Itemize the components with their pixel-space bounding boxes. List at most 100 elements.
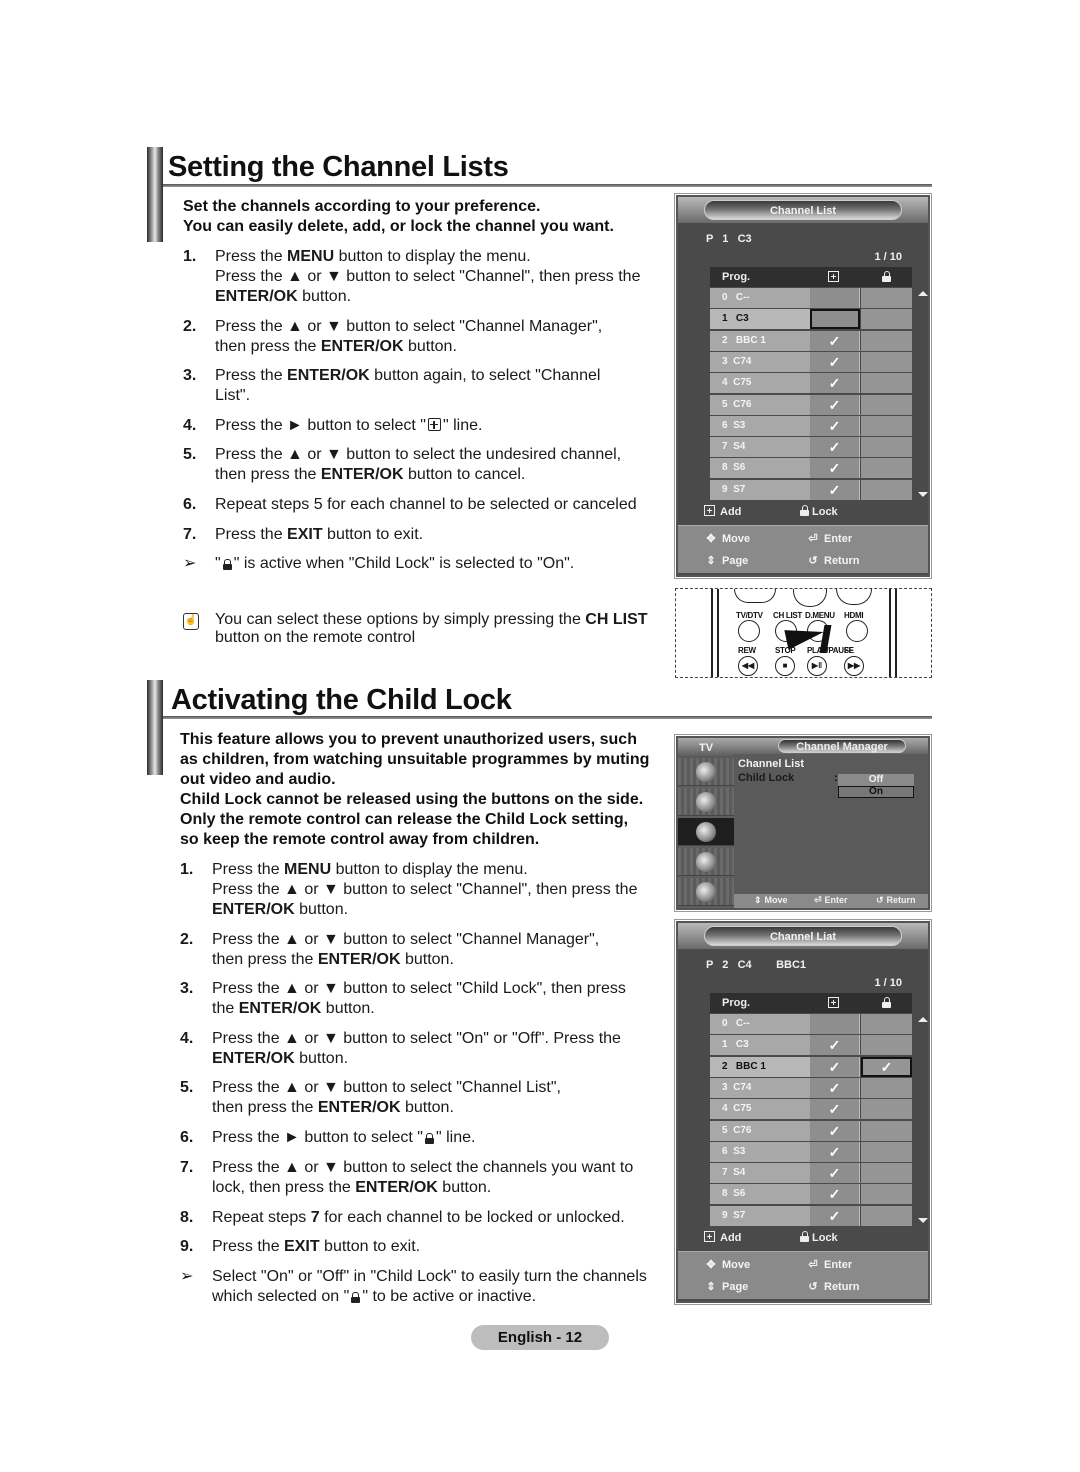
lock-checkbox[interactable] [861, 458, 912, 479]
channel-row[interactable]: 0 C-- [710, 1014, 912, 1034]
add-checkbox[interactable]: ✓ [810, 458, 860, 479]
step-line: Press the ENTER/OK button again, to sele… [215, 367, 601, 384]
channel-row[interactable]: 3 C74 ✓ [710, 1077, 912, 1098]
lock-checkbox[interactable] [861, 1077, 912, 1098]
lock-checkbox[interactable] [861, 330, 912, 351]
step-number: 1. [183, 248, 197, 265]
lock-checkbox[interactable] [861, 1163, 912, 1184]
legend-add-label: Add [720, 506, 742, 518]
scroll-up-icon[interactable] [918, 291, 928, 296]
lock-checkbox[interactable] [861, 437, 912, 458]
add-checkbox[interactable]: ✓ [810, 1120, 860, 1141]
side-menu-input[interactable] [678, 878, 734, 906]
channel-row[interactable]: 1 C3 ✓ [710, 1035, 912, 1056]
scroll-up-icon[interactable] [918, 1017, 928, 1022]
add-checkbox[interactable]: ✓ [810, 479, 860, 500]
add-checkbox[interactable]: ✓ [810, 330, 860, 351]
channel-row[interactable]: 8 S6 ✓ [710, 1184, 912, 1205]
lock-checkbox[interactable] [861, 1099, 912, 1120]
osd-title: Channel Liat [704, 926, 902, 946]
channel-row[interactable]: 2 BBC 1 ✓ [710, 330, 912, 351]
option-off[interactable]: Off [838, 774, 914, 786]
hint-page: ⇕ Page [704, 1280, 748, 1293]
lock-checkbox[interactable] [861, 1035, 912, 1056]
lock-checkbox[interactable]: ✓ [861, 1056, 912, 1077]
channel-row[interactable]: 4 C75 ✓ [710, 1099, 912, 1120]
add-checkbox[interactable]: ✓ [810, 1035, 860, 1056]
step-line: Press the ▲ or ▼ button to select "Chann… [212, 881, 638, 898]
channel-row[interactable]: 9 S7 ✓ [710, 1205, 912, 1226]
remote-edge-right-inner [895, 589, 897, 677]
lock-checkbox[interactable] [861, 1014, 912, 1034]
scroll-down-icon[interactable] [918, 1218, 928, 1223]
channel-name: 8 S6 [710, 1184, 810, 1205]
add-checkbox[interactable]: ✓ [810, 1056, 860, 1077]
lock-checkbox[interactable] [861, 394, 912, 415]
lock-checkbox[interactable] [861, 1120, 912, 1141]
add-checkbox[interactable] [810, 309, 860, 330]
side-menu: TV [678, 738, 734, 908]
step-line: Press the ▲ or ▼ button to select "Child… [212, 980, 626, 997]
channel-row[interactable]: 3 C74 ✓ [710, 351, 912, 372]
legend-add: Add [704, 1231, 741, 1244]
add-checkbox[interactable]: ✓ [810, 1205, 860, 1226]
hint-label: Enter [824, 533, 853, 545]
lock-checkbox[interactable] [861, 1141, 912, 1162]
channel-row[interactable]: 8 S6 ✓ [710, 458, 912, 479]
lock-checkbox[interactable] [861, 1205, 912, 1226]
side-menu-picture[interactable] [678, 758, 734, 786]
legend-lock: Lock [800, 1231, 838, 1244]
add-checkbox[interactable] [810, 1014, 860, 1034]
emphasis: ENTER/OK [212, 1050, 295, 1067]
emphasis: CH LIST [585, 611, 648, 628]
add-checkbox[interactable]: ✓ [810, 1184, 860, 1205]
step-number: 5. [183, 446, 197, 463]
add-checkbox[interactable]: ✓ [810, 373, 860, 394]
lock-checkbox[interactable] [861, 1184, 912, 1205]
channel-row[interactable]: 7 S4 ✓ [710, 1163, 912, 1184]
channel-row[interactable]: 5 C76 ✓ [710, 1120, 912, 1141]
channel-row[interactable]: 9 S7 ✓ [710, 479, 912, 500]
lock-checkbox[interactable] [861, 479, 912, 500]
add-checkbox[interactable]: ✓ [810, 415, 860, 436]
menu-item-channel-list[interactable]: Channel List [738, 758, 804, 770]
scroll-down-icon[interactable] [918, 492, 928, 497]
channel-row[interactable]: 0 C-- [710, 288, 912, 308]
side-menu-setup[interactable] [678, 848, 734, 876]
lock-checkbox[interactable] [861, 288, 912, 308]
note: ➢ Select "On" or "Off" in "Child Lock" to… [180, 1267, 660, 1307]
add-checkbox[interactable] [810, 288, 860, 308]
add-checkbox[interactable]: ✓ [810, 1077, 860, 1098]
channel-row[interactable]: 6 S3 ✓ [710, 1141, 912, 1162]
side-menu-sound[interactable] [678, 788, 734, 816]
side-menu-channel[interactable] [678, 818, 734, 846]
add-checkbox[interactable]: ✓ [810, 394, 860, 415]
step-line: List". [215, 387, 251, 404]
add-checkbox[interactable]: ✓ [810, 1141, 860, 1162]
add-checkbox[interactable]: ✓ [810, 1163, 860, 1184]
remote-control-illustration: TV/DTV CH LIST D.MENU HDMI REW ◀◀ STOP ■ PLAY/PA… [675, 588, 932, 678]
step-line: Press the ▲ or ▼ button to select the ch… [212, 1159, 634, 1176]
add-checkbox[interactable]: ✓ [810, 437, 860, 458]
channel-row[interactable]: 5 C76 ✓ [710, 394, 912, 415]
enter-icon: ⏎ [808, 533, 818, 545]
emphasis: ENTER/OK [355, 1179, 438, 1196]
add-checkbox[interactable]: ✓ [810, 1099, 860, 1120]
lock-checkbox[interactable] [861, 415, 912, 436]
section-accent-bar [147, 147, 163, 242]
step-line: ENTER/OK button. [212, 1050, 349, 1067]
remote-button-partial [836, 589, 872, 605]
channel-row[interactable]: 1 C3 [710, 309, 912, 330]
option-on[interactable]: On [838, 786, 914, 798]
channel-row[interactable]: 7 S4 ✓ [710, 437, 912, 458]
channel-row[interactable]: 6 S3 ✓ [710, 415, 912, 436]
channel-row[interactable]: 4 C75 ✓ [710, 373, 912, 394]
add-checkbox[interactable]: ✓ [810, 351, 860, 372]
menu-item-child-lock[interactable]: Child Lock [738, 772, 794, 784]
lock-checkbox[interactable] [861, 351, 912, 372]
step-item: 4. Press the ▲ or ▼ button to select "On"… [180, 1029, 660, 1069]
step-item: 1. Press the MENU button to display the m… [180, 860, 660, 920]
lock-checkbox[interactable] [861, 309, 912, 330]
lock-checkbox[interactable] [861, 373, 912, 394]
channel-row[interactable]: 2 BBC 1 ✓ ✓ [710, 1056, 912, 1077]
